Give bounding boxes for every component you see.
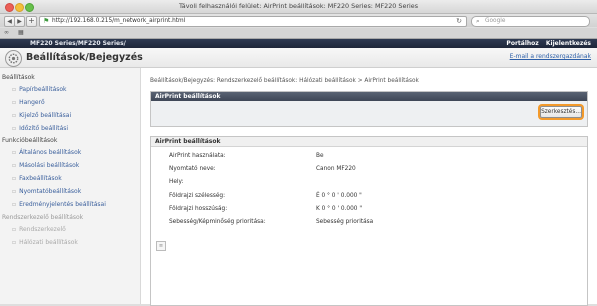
sidebar-item-network[interactable]: ▫ Hálózati beállítások [12,239,78,246]
edit-button[interactable]: Szerkesztés... [540,106,582,118]
row-value-longitude: K 0 ° 0 ' 0.000 " [316,206,362,212]
details-header: AirPrint beállítások [151,137,587,147]
title-band: Beállítások/Bejegyzés E-mail a rendszerg… [0,48,597,68]
sidebar-item-printer[interactable]: ▫ Nyomtatóbeállítások [12,188,81,195]
row-label-latitude: Földrajzi szélesség: [169,193,226,199]
row-label-speed-quality: Sebesség/Képminőség prioritása: [169,219,266,225]
search-placeholder: Google [485,18,506,24]
row-value-speed-quality: Sebesség prioritása [316,219,374,225]
portal-link[interactable]: Portálhoz [506,40,538,47]
add-bookmark-button[interactable]: + [26,16,37,27]
sidebar-group-functions[interactable]: Funkcióbeállítások [2,137,57,144]
scroll-top-icon[interactable]: ≡ [156,241,166,251]
airprint-summary-panel: AirPrint beállítások Szerkesztés... [150,91,588,127]
row-value-latitude: É 0 ° 0 ' 0.000 " [316,193,362,199]
details-title: AirPrint beállítások [155,138,221,145]
sidebar-item-display[interactable]: ▫ Kijelző beállításai [12,112,71,119]
site-icon: ⚑ [43,17,50,25]
sidebar-group-admin[interactable]: Rendszerkezelő beállítások [2,214,83,221]
sidebar-item-general[interactable]: ▫ Általános beállítások [12,149,81,156]
sidebar-item-paper[interactable]: ▫ Papírbeállítások [12,86,67,93]
device-name: MF220 Series/MF220 Series/ [30,40,126,47]
window-titlebar: Távoli felhasználói felület: AirPrint be… [0,0,597,14]
page-title: Beállítások/Bejegyzés [26,52,143,63]
top-sites-icon[interactable]: ▦ [18,29,24,36]
search-icon: ⌕ [476,17,480,25]
address-bar[interactable]: ⚑ http://192.168.0.215/m_network_airprin… [39,16,467,27]
sidebar-item-report[interactable]: ▫ Eredményjelentés beállításai [12,201,106,208]
sidebar-group-settings[interactable]: Beállítások [2,74,35,81]
bookmarks-bar: ∞ ▦ [0,28,597,39]
search-field[interactable]: ⌕ Google [471,16,590,27]
row-label-printer-name: Nyomtató neve: [169,166,216,172]
row-label-use-airprint: AirPrint használata: [169,153,226,159]
sidebar-item-timer[interactable]: ▫ Időzítő beállítási [12,125,68,132]
header-links: Portálhoz Kijelentkezés [506,40,591,47]
row-label-longitude: Földrajzi hosszúság: [169,206,228,212]
row-value-use-airprint: Be [316,153,324,159]
reading-list-icon[interactable]: ∞ [4,29,9,36]
browser-toolbar: ◀ ▶ + ⚑ http://192.168.0.215/m_network_a… [0,14,597,27]
breadcrumb: Beállítások/Bejegyzés: Rendszerkezelő be… [150,78,419,84]
header-band: MF220 Series/MF220 Series/ Portálhoz Kij… [0,39,597,48]
row-label-location: Hely: [169,179,184,185]
sidebar-item-admin[interactable]: ▫ Rendszerkezelő [12,226,66,233]
sidebar-item-copy[interactable]: ▫ Másolási beállítások [12,162,79,169]
forward-button[interactable]: ▶ [14,16,25,27]
url-text[interactable]: http://192.168.0.215/m_network_airprint.… [52,18,185,24]
sidebar: Beállítások ▫ Papírbeállítások ▫ Hangerő ▫… [0,68,141,304]
reload-icon[interactable]: ↻ [456,17,462,25]
sidebar-item-fax[interactable]: ▫ Faxbeállítások [12,175,62,182]
sidebar-item-volume[interactable]: ▫ Hangerő [12,99,45,106]
settings-gear-icon [5,50,22,67]
row-value-printer-name: Canon MF220 [316,166,356,172]
window-title: Távoli felhasználói felület: AirPrint be… [178,2,419,10]
logout-link[interactable]: Kijelentkezés [546,40,591,47]
main-content: Beállítások/Bejegyzés: Rendszerkezelő be… [148,68,593,306]
airprint-details-panel: AirPrint beállítások AirPrint használata… [150,136,588,306]
email-admin-link[interactable]: E-mail a rendszergazdának [510,53,591,60]
panel-title: AirPrint beállítások [155,93,221,100]
web-page: MF220 Series/MF220 Series/ Portálhoz Kij… [0,39,597,306]
panel-header: AirPrint beállítások [151,92,587,101]
